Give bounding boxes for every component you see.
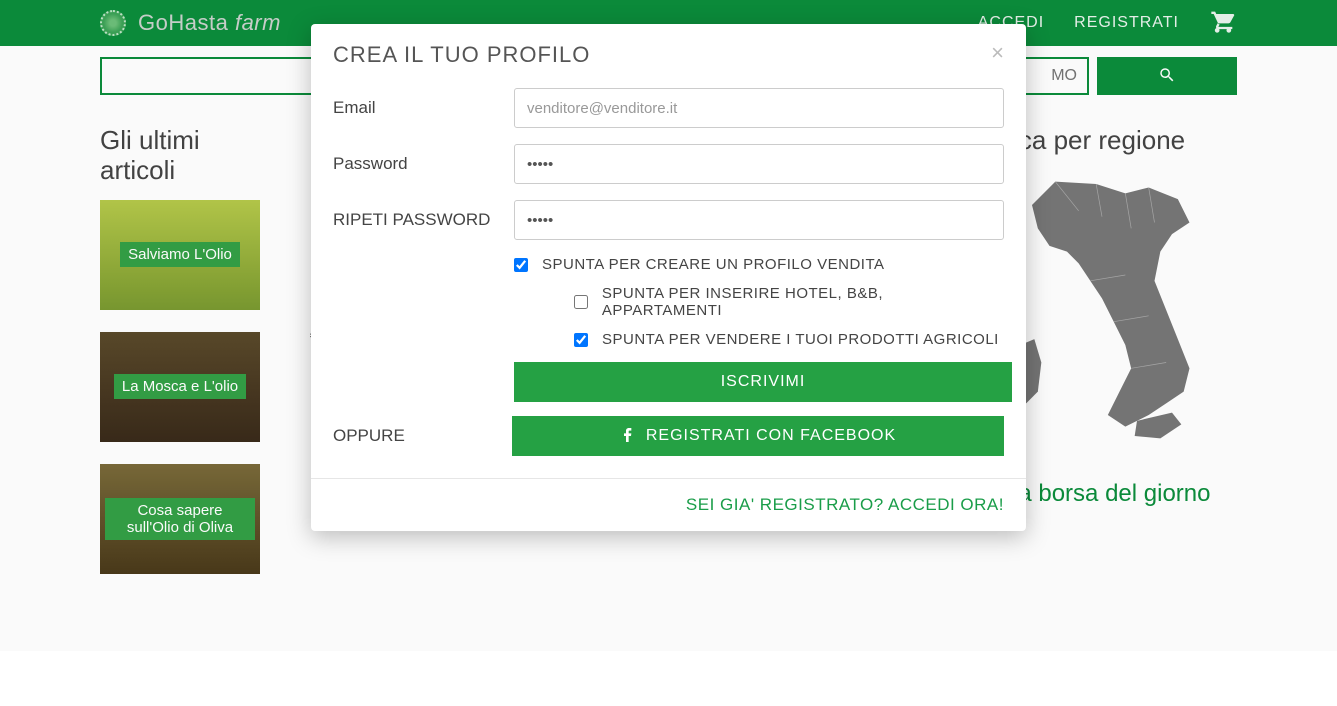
password-field[interactable] xyxy=(514,144,1004,184)
agri-checkbox-row: SPUNTA PER VENDERE I TUOI PRODOTTI AGRIC… xyxy=(574,331,1004,348)
repeat-password-label: RIPETI PASSWORD xyxy=(333,210,498,230)
modal-title: CREA IL TUO PROFILO xyxy=(333,42,590,68)
seller-profile-checkbox-row: SPUNTA PER CREARE UN PROFILO VENDITA xyxy=(514,256,1004,273)
email-field[interactable] xyxy=(514,88,1004,128)
register-modal: CREA IL TUO PROFILO × Email Password RIP… xyxy=(311,24,1026,531)
repeat-password-field[interactable] xyxy=(514,200,1004,240)
close-icon[interactable]: × xyxy=(991,42,1004,64)
submit-row: ISCRIVIMI xyxy=(514,362,1004,402)
facebook-register-label: REGISTRATI CON FACEBOOK xyxy=(646,427,896,445)
modal-body: Email Password RIPETI PASSWORD SPUNTA PE… xyxy=(311,74,1026,478)
email-label: Email xyxy=(333,98,498,118)
hotel-checkbox-row: SPUNTA PER INSERIRE HOTEL, B&B, APPARTAM… xyxy=(574,285,1004,319)
facebook-icon xyxy=(620,426,636,447)
modal-footer: SEI GIA' REGISTRATO? ACCEDI ORA! xyxy=(311,478,1026,531)
agri-checkbox-label: SPUNTA PER VENDERE I TUOI PRODOTTI AGRIC… xyxy=(602,331,999,348)
modal-overlay: CREA IL TUO PROFILO × Email Password RIP… xyxy=(0,0,1337,651)
hotel-checkbox[interactable] xyxy=(574,295,588,309)
modal-header: CREA IL TUO PROFILO × xyxy=(311,24,1026,74)
facebook-register-button[interactable]: REGISTRATI CON FACEBOOK xyxy=(512,416,1004,456)
already-registered-link[interactable]: SEI GIA' REGISTRATO? ACCEDI ORA! xyxy=(686,495,1004,514)
email-row: Email xyxy=(333,88,1004,128)
hotel-checkbox-label: SPUNTA PER INSERIRE HOTEL, B&B, APPARTAM… xyxy=(602,285,1004,319)
submit-label: ISCRIVIMI xyxy=(721,373,806,391)
password-row: Password xyxy=(333,144,1004,184)
agri-checkbox[interactable] xyxy=(574,333,588,347)
seller-profile-checkbox-label: SPUNTA PER CREARE UN PROFILO VENDITA xyxy=(542,256,885,273)
repeat-password-row: RIPETI PASSWORD xyxy=(333,200,1004,240)
password-label: Password xyxy=(333,154,498,174)
seller-profile-checkbox[interactable] xyxy=(514,258,528,272)
oppure-label: OPPURE xyxy=(333,426,496,446)
submit-button[interactable]: ISCRIVIMI xyxy=(514,362,1012,402)
oppure-row: OPPURE REGISTRATI CON FACEBOOK xyxy=(333,416,1004,456)
